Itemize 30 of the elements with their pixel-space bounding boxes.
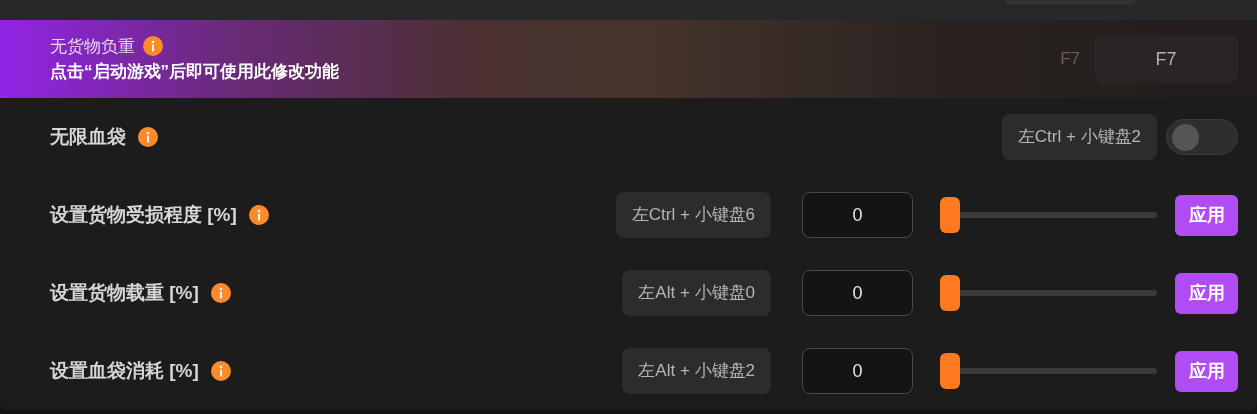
slider-thumb[interactable] bbox=[940, 353, 960, 389]
setting-label: 设置血袋消耗 [%] bbox=[50, 358, 199, 383]
hotkey-chip[interactable]: 左Ctrl + 小键盘2 bbox=[1001, 114, 1157, 160]
setting-label: 设置货物载重 [%] bbox=[50, 280, 199, 305]
toggle-switch[interactable] bbox=[1166, 119, 1238, 155]
setting-label: 无限血袋 bbox=[50, 124, 126, 149]
info-icon[interactable] bbox=[248, 205, 269, 225]
setting-label: 设置货物受损程度 [%] bbox=[50, 202, 237, 227]
slider-thumb[interactable] bbox=[940, 197, 960, 233]
slider-track[interactable] bbox=[940, 353, 1157, 389]
info-icon[interactable] bbox=[210, 361, 231, 381]
value-field[interactable]: 0 bbox=[802, 348, 913, 394]
info-icon[interactable] bbox=[138, 127, 158, 147]
hotkey-label: F7 bbox=[1060, 48, 1080, 71]
info-icon[interactable] bbox=[143, 36, 163, 57]
slider-thumb[interactable] bbox=[940, 275, 960, 311]
apply-button[interactable]: 应用 bbox=[1175, 350, 1238, 392]
hotkey-chip[interactable]: 左Alt + 小键盘2 bbox=[622, 348, 771, 394]
hotkey-chip[interactable]: 左Alt + 小键盘0 bbox=[622, 270, 771, 316]
slider-track[interactable] bbox=[940, 275, 1157, 311]
setting-label: 无货物负重 bbox=[50, 35, 135, 58]
locked-notice: 点击“启动游戏”后即可使用此修改功能 bbox=[50, 61, 340, 83]
key-button[interactable]: F7 bbox=[1094, 35, 1238, 83]
value-field[interactable]: 0 bbox=[802, 270, 913, 316]
apply-button[interactable]: 应用 bbox=[1175, 194, 1238, 236]
value-field[interactable]: 0 bbox=[802, 192, 913, 238]
slider-track[interactable] bbox=[940, 197, 1157, 233]
apply-button[interactable]: 应用 bbox=[1175, 272, 1238, 314]
hotkey-chip[interactable]: 左Ctrl + 小键盘6 bbox=[615, 192, 771, 238]
info-icon[interactable] bbox=[210, 283, 231, 303]
